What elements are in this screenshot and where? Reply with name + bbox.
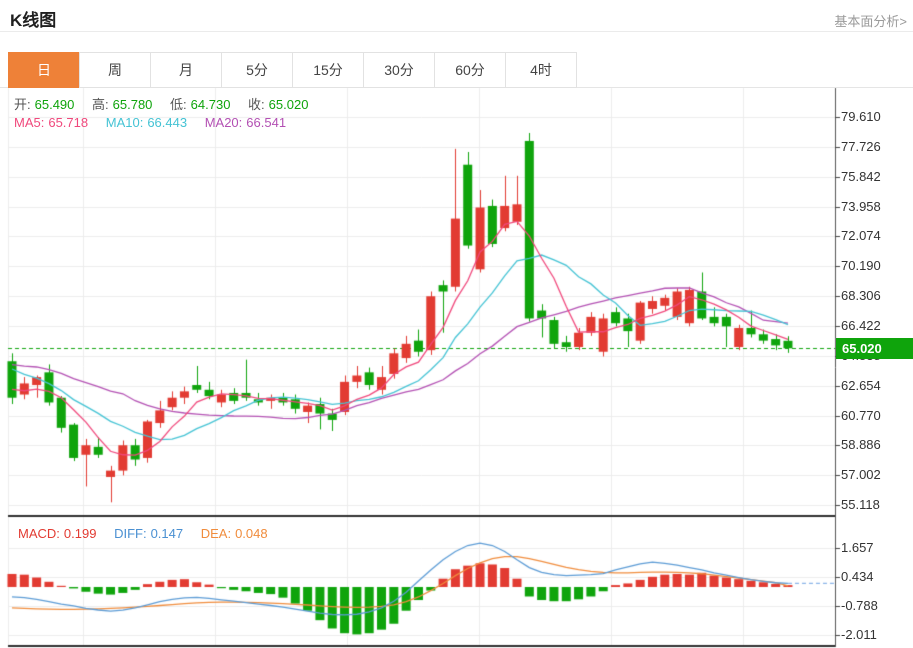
y-tick-label: 68.306	[841, 288, 881, 303]
low-value: 64.730	[191, 97, 231, 112]
diff-label: DIFF:	[114, 526, 147, 541]
page-header: K线图 基本面分析>	[0, 0, 913, 32]
kline-page: K线图 基本面分析> 日周月5分15分30分60分4时 开: 65.490 高: 6…	[0, 0, 913, 648]
tab-item[interactable]: 4时	[505, 52, 577, 88]
tab-item[interactable]: 5分	[221, 52, 293, 88]
tab-item[interactable]: 15分	[292, 52, 364, 88]
y-tick-label: 1.657	[841, 540, 874, 555]
open-label: 开:	[14, 97, 31, 112]
tab-item[interactable]: 60分	[434, 52, 506, 88]
y-tick-label: 62.654	[841, 378, 881, 393]
low-label: 低:	[170, 97, 187, 112]
period-tabs: 日周月5分15分30分60分4时	[8, 52, 577, 88]
y-tick-label: 73.958	[841, 199, 881, 214]
y-tick-label: 55.118	[841, 497, 880, 512]
y-tick-label: 72.074	[841, 228, 881, 243]
y-tick-label: 75.842	[841, 169, 881, 184]
macd-value: 0.199	[64, 526, 97, 541]
y-tick-label: 70.190	[841, 258, 881, 273]
y-tick-label: 57.002	[841, 467, 881, 482]
ma10-value: 66.443	[147, 115, 187, 130]
close-label: 收:	[248, 97, 265, 112]
y-tick-label: -0.788	[841, 598, 878, 613]
tab-item[interactable]: 30分	[363, 52, 435, 88]
open-value: 65.490	[35, 97, 75, 112]
page-title: K线图	[10, 6, 56, 31]
tab-item[interactable]: 周	[79, 52, 151, 88]
ma5-label: MA5:	[14, 115, 44, 130]
y-tick-label: 79.610	[841, 109, 881, 124]
tab-item[interactable]: 日	[8, 52, 80, 88]
diff-value: 0.147	[151, 526, 184, 541]
dea-label: DEA:	[201, 526, 231, 541]
dea-value: 0.048	[235, 526, 268, 541]
current-price-tag: 65.020	[836, 338, 913, 359]
high-label: 高:	[92, 97, 109, 112]
y-tick-label: -2.011	[841, 627, 877, 642]
ma-readout: MA5: 65.718 MA10:66.443 MA20:66.541	[14, 115, 290, 130]
y-tick-label: 66.422	[841, 318, 881, 333]
close-value: 65.020	[269, 97, 309, 112]
y-tick-label: 60.770	[841, 408, 881, 423]
ma20-label: MA20:	[205, 115, 243, 130]
fundamental-analysis-link[interactable]: 基本面分析>	[834, 11, 907, 30]
tab-item[interactable]: 月	[150, 52, 222, 88]
high-value: 65.780	[113, 97, 153, 112]
macd-label: MACD:	[18, 526, 60, 541]
y-tick-label: 77.726	[841, 139, 881, 154]
y-tick-label: 58.886	[841, 437, 881, 452]
ma20-value: 66.541	[246, 115, 286, 130]
y-tick-label: 0.434	[841, 569, 874, 584]
ohlc-readout: 开: 65.490 高: 65.780 低: 64.730 收: 65.020	[14, 94, 312, 113]
ma5-value: 65.718	[48, 115, 88, 130]
macd-readout: MACD: 0.199 DIFF: 0.147 DEA: 0.048	[18, 526, 272, 541]
ma10-label: MA10:	[106, 115, 144, 130]
